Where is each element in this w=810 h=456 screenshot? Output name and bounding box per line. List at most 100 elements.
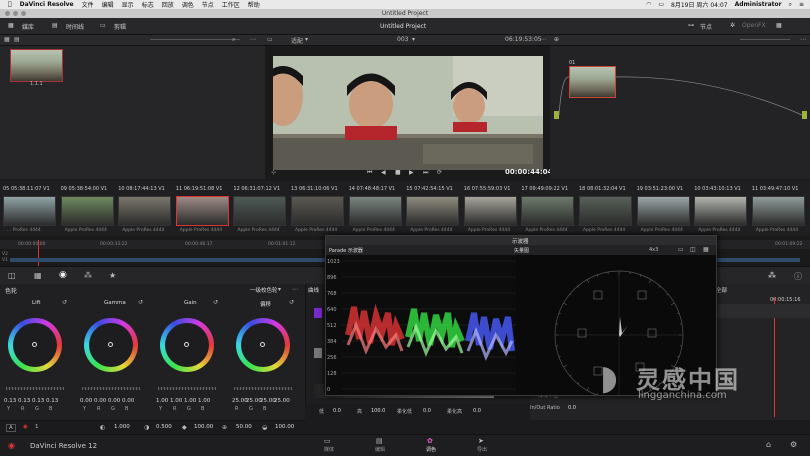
scope-zoom[interactable]: 4x3 [649, 247, 658, 253]
lum-mix-value[interactable]: 100.00 [275, 424, 294, 430]
wheel-value[interactable]: 1.00 [184, 398, 196, 404]
clip-thumbnail[interactable] [637, 196, 690, 226]
lift-wheel[interactable] [8, 318, 62, 372]
offset-master-slider[interactable] [234, 387, 292, 390]
search-icon[interactable]: ⌕ [232, 36, 235, 44]
close-window-button[interactable] [5, 11, 10, 16]
gallery-grid-icon[interactable]: ▦ [4, 36, 10, 43]
clip-thumbnail[interactable] [406, 196, 459, 226]
menu-nodes[interactable]: 节点 [202, 0, 214, 9]
more-icon[interactable]: ⋯ [250, 36, 256, 43]
parade-scope[interactable]: 10238967686405123842561280 [326, 255, 516, 395]
chevron-down-icon[interactable]: ▾ [305, 36, 308, 43]
reset-gamma-icon[interactable]: ↺ [138, 299, 143, 306]
gain-master-slider[interactable] [158, 387, 216, 390]
chevron-down-icon[interactable]: ▾ [412, 36, 415, 43]
gallery-zoom-slider[interactable] [150, 39, 240, 40]
chevron-down-icon[interactable]: ▾ [278, 286, 281, 293]
clip-thumbnail[interactable] [521, 196, 574, 226]
gain-wheel[interactable] [160, 318, 214, 372]
home-icon[interactable]: ⌂ [766, 440, 771, 449]
clip-thumbnail[interactable] [349, 196, 402, 226]
dual-view-icon[interactable]: ◫ [690, 246, 696, 253]
playhead[interactable] [38, 240, 39, 266]
menu-view[interactable]: 显示 [122, 0, 134, 9]
parade-select[interactable]: Parade 示波器 [329, 247, 363, 254]
tab-edit[interactable]: 编辑 [367, 446, 393, 453]
wheel-value[interactable]: 0.13 [46, 398, 58, 404]
app-menu[interactable]: DaVinci Resolve [20, 1, 74, 8]
timelines-icon[interactable]: ▤ [52, 22, 58, 29]
lum-mix-icon[interactable]: ◒ [262, 424, 267, 431]
tab-deliver[interactable]: 导出 [469, 446, 495, 453]
gallery-still-thumbnail[interactable] [10, 49, 63, 82]
color-wheels-icon[interactable]: ◉ [59, 270, 67, 280]
wheel-value[interactable]: 0.00 [108, 398, 120, 404]
camera-raw-icon[interactable]: ◫ [8, 271, 16, 280]
gamma-master-slider[interactable] [82, 387, 140, 390]
wheel-value[interactable]: 1.00 [198, 398, 210, 404]
battery-icon[interactable]: ▭ [658, 1, 664, 8]
search-icon[interactable]: ⌕ [789, 1, 792, 9]
menu-playback[interactable]: 回放 [162, 0, 174, 9]
keyframes-icon[interactable]: ⁂ [768, 271, 776, 280]
clips-icon[interactable]: ▭ [100, 22, 106, 29]
openfx-icon[interactable]: ✲ [730, 22, 735, 29]
curve-channel-swatch[interactable] [314, 308, 322, 318]
reset-offset-icon[interactable]: ↺ [289, 299, 294, 306]
wheel-value[interactable]: 0.00 [94, 398, 106, 404]
viewer-options-icon[interactable]: ▭ [267, 36, 273, 43]
jump-start-icon[interactable]: ⏮ [367, 169, 372, 177]
info-icon[interactable]: ⓘ [794, 271, 802, 282]
low-soft-value[interactable]: 0.0 [423, 408, 431, 414]
page-icon[interactable]: ◉ [23, 424, 28, 430]
menu-mark[interactable]: 标志 [142, 0, 154, 9]
curve-channel-swatch[interactable] [314, 348, 322, 358]
apple-icon[interactable]:  [8, 1, 12, 8]
more-icon[interactable]: ⋯ [540, 36, 546, 43]
contrast-value[interactable]: 1.000 [114, 424, 130, 430]
motion-effects-icon[interactable]: ★ [109, 271, 116, 280]
clip-thumbnail[interactable] [3, 196, 56, 226]
pivot-value[interactable]: 0.500 [156, 424, 172, 430]
deliver-page-icon[interactable]: ➤ [478, 437, 484, 445]
quad-view-icon[interactable]: ▦ [703, 246, 709, 253]
reverse-play-icon[interactable]: ◀ [381, 169, 386, 176]
keyframe-track[interactable] [716, 304, 810, 318]
pivot-icon[interactable]: ◑ [144, 424, 149, 431]
jump-end-icon[interactable]: ⏭ [423, 169, 428, 177]
openfx-button[interactable]: OpenFX [742, 22, 766, 29]
nodes-icon[interactable]: ⊶ [688, 22, 694, 29]
viewer-tools-icon[interactable]: ⊹ [271, 169, 276, 176]
media-pool-icon[interactable]: ▦ [8, 22, 14, 29]
media-page-icon[interactable]: ▭ [324, 437, 331, 445]
menu-date[interactable]: 8月19日 周六 04:07 [671, 0, 728, 9]
saturation-icon[interactable]: ◆ [182, 424, 187, 431]
minimize-window-button[interactable] [13, 11, 18, 16]
clip-thumbnail[interactable] [464, 196, 517, 226]
wheel-value[interactable]: 0.13 [32, 398, 44, 404]
wheel-value[interactable]: 0.13 [4, 398, 16, 404]
tab-color[interactable]: 调色 [418, 446, 444, 453]
clip-thumbnail[interactable] [579, 196, 632, 226]
high-soft-value[interactable]: 0.0 [473, 408, 481, 414]
auto-balance-button[interactable]: A [6, 424, 16, 432]
wheel-value[interactable]: 1.00 [170, 398, 182, 404]
clip-thumbnail[interactable] [752, 196, 805, 226]
wheel-value[interactable]: 0.13 [18, 398, 30, 404]
rgb-mixer-icon[interactable]: ⁂ [84, 271, 92, 280]
menu-edit[interactable]: 编辑 [102, 0, 114, 9]
viewer-zoom-select[interactable]: 适配 [291, 36, 303, 45]
wifi-icon[interactable]: ◠ [646, 1, 651, 8]
reset-gain-icon[interactable]: ↺ [213, 299, 218, 306]
contrast-icon[interactable]: ◐ [100, 424, 105, 431]
single-view-icon[interactable]: ▭ [678, 246, 684, 253]
timelines-button[interactable]: 时间线 [66, 22, 84, 31]
saturation-value[interactable]: 100.00 [194, 424, 213, 430]
color-match-icon[interactable]: ▦ [34, 271, 42, 280]
menu-user[interactable]: Administrator [735, 1, 782, 8]
menu-workspace[interactable]: 工作区 [222, 0, 240, 9]
settings-icon[interactable]: ⚙ [790, 440, 797, 449]
media-pool-button[interactable]: 媒库 [22, 22, 34, 31]
wheel-value[interactable]: 1.00 [156, 398, 168, 404]
